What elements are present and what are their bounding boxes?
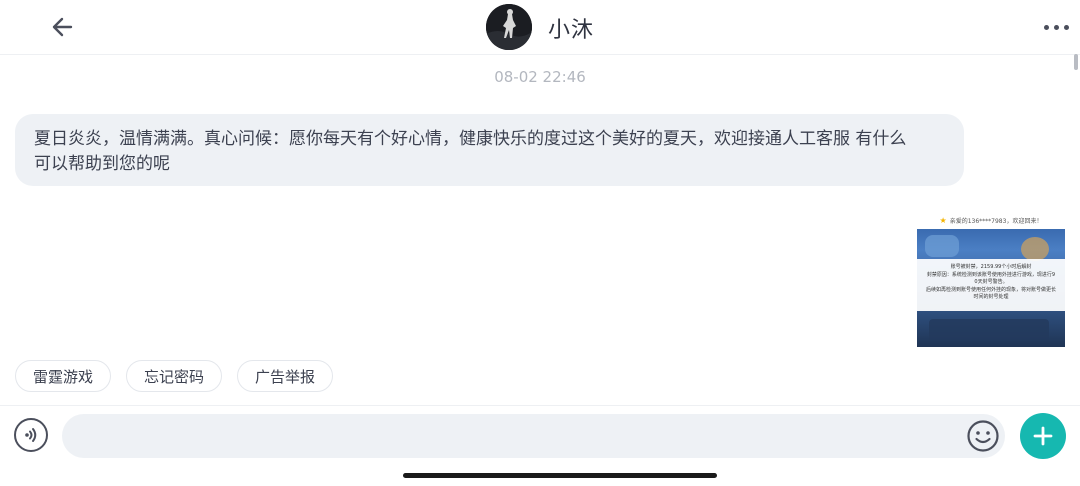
more-dot xyxy=(1043,24,1049,30)
plus-icon xyxy=(1033,426,1053,446)
emoji-icon xyxy=(967,420,999,452)
quick-reply-button[interactable]: 广告举报 xyxy=(237,360,333,392)
message-text-line1: 夏日炎炎，温情满满。真心问候：愿你每天有个好心情，健康快乐的度过这个美好的夏天，… xyxy=(34,129,907,149)
scene-decoration xyxy=(929,319,1049,341)
chat-title: 小沐 xyxy=(548,18,595,43)
message-bubble: 夏日炎炎，温情满满。真心问候：愿你每天有个好心情，健康快乐的度过这个美好的夏天，… xyxy=(15,114,964,186)
home-indicator xyxy=(403,473,717,478)
quick-reply-button[interactable]: 忘记密码 xyxy=(126,360,222,392)
back-button[interactable] xyxy=(44,10,80,44)
ban-notice-line: 后续如再检测到账号使用任何外挂的现象，将对账号做更长 xyxy=(925,286,1056,293)
game-screenshot: 账号被封禁，2159.99个小时后解封 封禁原因：系统检测到该账号使用外挂进行游… xyxy=(917,229,1065,347)
image-header: ★ 亲爱的136****7983，欢迎回来！ xyxy=(912,212,1070,229)
avatar-image xyxy=(486,4,532,50)
avatar[interactable] xyxy=(486,4,532,50)
ban-notice-line: 封禁原因：系统检测到该账号使用外挂进行游戏，现进行9 xyxy=(926,271,1056,278)
message-text-line2: 可以帮助到您的呢 xyxy=(34,154,170,174)
more-dot xyxy=(1063,24,1069,30)
voice-icon xyxy=(25,428,37,442)
chat-header: 小沐 xyxy=(0,0,1080,55)
message-timestamp: 08-02 22:46 xyxy=(494,68,586,86)
ban-notice-line: 时间的封号处理 xyxy=(973,294,1009,300)
image-message[interactable]: ★ 亲爱的136****7983，欢迎回来！ 账号被封禁，2159.99个小时后… xyxy=(912,212,1070,348)
ban-notice: 账号被封禁，2159.99个小时后解封 封禁原因：系统检测到该账号使用外挂进行游… xyxy=(917,259,1065,311)
ban-notice-line: 账号被封禁，2159.99个小时后解封 xyxy=(950,264,1032,270)
arrow-left-icon xyxy=(52,17,73,37)
image-welcome-text: 亲爱的136****7983，欢迎回来！ xyxy=(949,218,1043,225)
voice-button[interactable] xyxy=(14,418,48,452)
message-input[interactable] xyxy=(62,414,1005,458)
more-dot xyxy=(1053,24,1059,30)
ban-notice-line: 0天封号警告。 xyxy=(974,279,1008,285)
scene-decoration xyxy=(1021,237,1049,261)
scene-decoration xyxy=(925,235,959,257)
more-button[interactable] xyxy=(1036,16,1076,38)
quick-reply-button[interactable]: 雷霆游戏 xyxy=(15,360,111,392)
chat-screen: 小沐 08-02 22:46 夏日炎炎，温情满满。真心问候：愿你每天有个好心情，… xyxy=(0,0,1080,486)
add-button[interactable] xyxy=(1020,413,1066,459)
emoji-button[interactable] xyxy=(966,419,1000,453)
star-icon: ★ xyxy=(939,216,947,225)
